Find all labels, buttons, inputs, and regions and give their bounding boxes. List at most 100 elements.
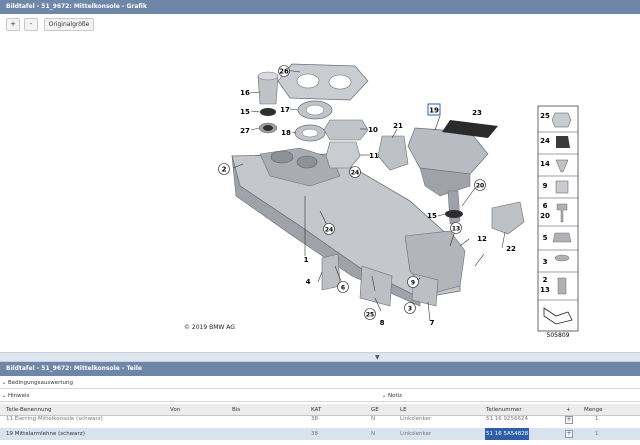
panel-splitter[interactable]: ▼ <box>0 352 640 362</box>
knob-16-top-shape <box>257 71 279 81</box>
legend-13-label: 13 <box>540 286 550 294</box>
cupholder-rear-shape <box>296 155 318 169</box>
callout-8-label: 8 <box>380 319 385 327</box>
callout-22-label: 22 <box>506 245 516 253</box>
ring-18-inner-shape <box>301 128 319 138</box>
callout-26-label: 26 <box>279 68 289 76</box>
legend-9-label: 9 <box>543 182 548 190</box>
small-parts-legend: 25 24 14 9 6 20 5 3 2 13 505809 <box>537 105 579 339</box>
bracket-21-shape <box>377 135 409 171</box>
callout-16-label: 16 <box>240 89 250 97</box>
section-notiz-label: Notiz <box>388 393 403 399</box>
legend-14-label: 14 <box>540 160 550 168</box>
section-hinweis[interactable]: ⌄Hinweis <box>0 392 30 399</box>
table-row[interactable]: 11 Eierring Mittelkonsole (schwarz) 38 N… <box>0 416 640 426</box>
col-header-menge[interactable]: Menge <box>584 404 603 416</box>
armrest-hinge-shape <box>447 190 461 225</box>
parts-window-title: Bildtafel - 51_9672: Mittelkonsole - Tei… <box>0 362 640 376</box>
callout-15b-label: 15 <box>427 212 437 220</box>
section-hinweis-notiz: ⌄Hinweis ⌄Notiz <box>0 390 640 402</box>
zoom-in-button[interactable]: + <box>6 18 20 31</box>
cell-name: 11 Eierring Mittelkonsole (schwarz) <box>6 416 103 422</box>
callout-7-label: 7 <box>430 319 435 327</box>
callout-23-label: 23 <box>472 109 482 117</box>
add-to-cart-icon[interactable]: + <box>565 416 573 424</box>
seal-15b-shape <box>445 210 463 218</box>
callout-3-label: 3 <box>408 306 412 313</box>
callout-4-label: 4 <box>306 278 311 286</box>
cell-kat: 38 <box>311 416 318 422</box>
collapse-arrow-icon[interactable]: ▼ <box>375 354 380 361</box>
trim-frame-26-shape <box>277 63 369 101</box>
zoom-out-button[interactable]: - <box>24 18 38 31</box>
callout-15-label: 15 <box>240 108 250 116</box>
callout-18-label: 18 <box>281 129 291 137</box>
section-notiz[interactable]: ⌄Notiz <box>380 390 402 402</box>
col-header-bis[interactable]: Bis <box>232 404 240 416</box>
section-bedingung[interactable]: ⌄Bedingungsauswertung <box>0 377 640 389</box>
col-header-name[interactable]: Teile-Benennung <box>6 404 52 416</box>
cell-ge: N <box>371 431 376 437</box>
cover-22-shape <box>491 201 525 235</box>
callout-10-label: 10 <box>368 126 378 134</box>
cell-name: 19 Mittelarmlehne (schwarz) <box>6 431 85 437</box>
section-bedingung-label: Bedingungsauswertung <box>8 380 73 386</box>
callout-25-label: 25 <box>366 312 374 319</box>
callout-6-label: 6 <box>341 285 345 292</box>
table-row[interactable]: 19 Mittelarmlehne (schwarz) 38 N Linksle… <box>0 428 640 440</box>
parts-diagram: 26 16 15 17 27 18 10 19 23 21 11 2 24 20… <box>184 63 579 339</box>
callout-9-label: 9 <box>411 280 415 287</box>
legend-2-label: 2 <box>543 276 548 284</box>
callout-2-label: 2 <box>222 166 227 174</box>
callout-20-label: 20 <box>476 183 484 190</box>
figure-id-label: 505809 <box>547 332 570 339</box>
trim-frame-hole-a-shape <box>296 73 320 89</box>
cell-kat: 38 <box>311 431 318 437</box>
cell-ge: N <box>371 416 376 422</box>
original-size-button[interactable]: Originalgröße <box>44 18 94 31</box>
col-header-von[interactable]: Von <box>170 404 180 416</box>
col-header-teilenummer[interactable]: Teilenummer <box>486 404 522 416</box>
callout-27-label: 27 <box>240 127 250 135</box>
cell-le: Linkslenker <box>400 431 432 437</box>
chevron-down-icon: ⌄ <box>1 379 7 386</box>
cell-teilenummer-selected[interactable]: 51 16 5A54828 <box>485 428 530 440</box>
callout-24b-label: 24 <box>325 227 333 234</box>
insert-11-shape <box>325 141 361 169</box>
callout-13-label: 13 <box>452 226 460 233</box>
col-header-ge[interactable]: GE <box>371 404 379 416</box>
callout-21-label: 21 <box>393 122 403 130</box>
legend-24-label: 24 <box>540 137 550 145</box>
seal-15-shape <box>260 108 276 116</box>
callout-24a-label: 24 <box>351 170 359 177</box>
chevron-down-icon: ⌄ <box>381 392 387 399</box>
callout-19-label[interactable]: 19 <box>429 107 439 115</box>
cell-le: Linkslenker <box>400 416 432 422</box>
trim-frame-hole-b-shape <box>328 74 352 90</box>
trim-10-shape <box>323 119 369 141</box>
cell-teilenummer: 51 16 9256624 <box>486 416 528 422</box>
callout-17-label: 17 <box>280 106 290 114</box>
legend-6-label: 6 <box>543 202 548 210</box>
add-to-cart-icon[interactable]: + <box>565 430 573 438</box>
parts-diagram-canvas[interactable]: 26 16 15 17 27 18 10 19 23 21 11 2 24 20… <box>0 36 640 352</box>
ring-17-inner-shape <box>305 104 325 116</box>
col-header-add[interactable]: + <box>566 404 571 416</box>
col-header-kat[interactable]: KAT <box>311 404 321 416</box>
seal-27-shape <box>263 125 273 131</box>
callout-12-label: 12 <box>477 235 487 243</box>
graphic-window-title: Bildtafel - 51_9672: Mittelkonsole - Gra… <box>0 0 640 14</box>
chevron-down-icon: ⌄ <box>1 392 7 399</box>
col-header-le[interactable]: LE <box>400 404 407 416</box>
cell-menge: 1 <box>595 416 599 422</box>
legend-25-label: 25 <box>540 112 550 120</box>
cupholder-front-shape <box>270 150 294 164</box>
parts-table-header: Teile-Benennung Von Bis KAT GE LE Teilen… <box>0 404 640 416</box>
legend-3-label: 3 <box>543 258 548 266</box>
copyright-text: © 2019 BMW AG <box>184 324 235 331</box>
legend-5-label: 5 <box>543 234 548 242</box>
callout-11-label: 11 <box>369 152 379 160</box>
cell-menge: 1 <box>595 431 599 437</box>
section-hinweis-label: Hinweis <box>8 393 30 399</box>
legend-20-label: 20 <box>540 212 550 220</box>
